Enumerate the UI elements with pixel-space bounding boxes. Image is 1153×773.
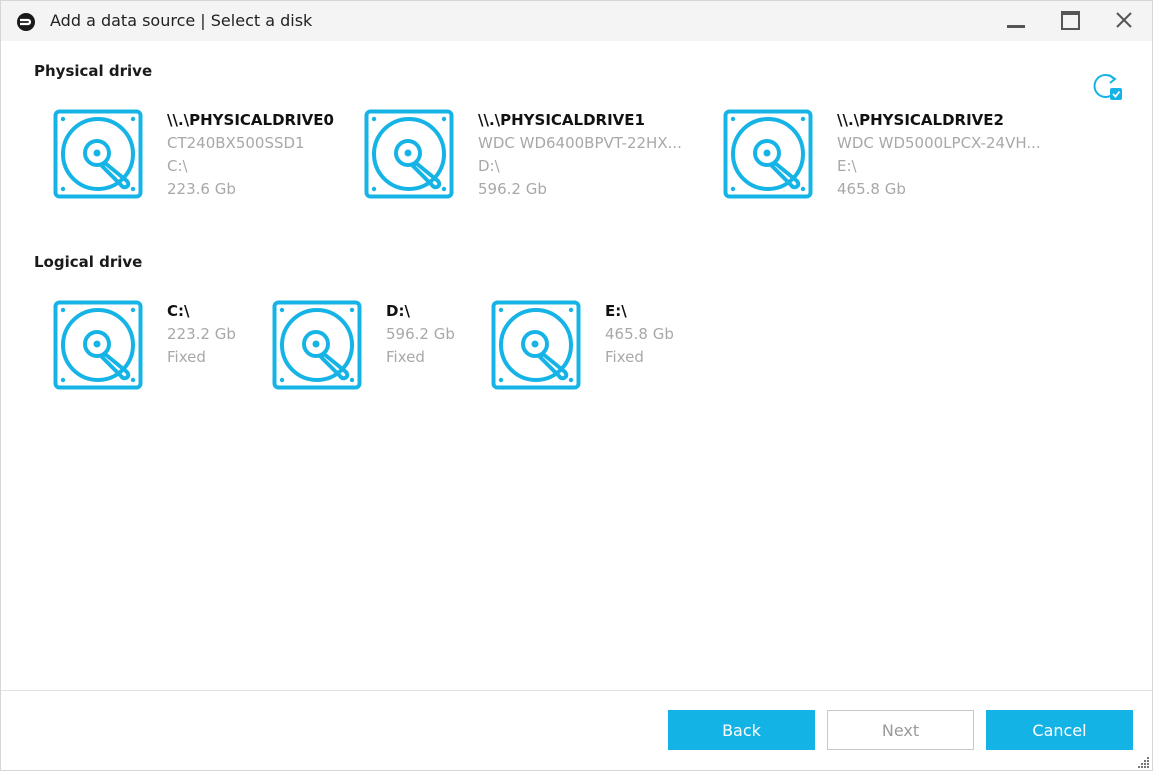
maximize-icon <box>1055 7 1085 35</box>
drive-name: C:\ <box>167 302 190 320</box>
dialog-window: Add a data source | Select a disk Physic… <box>0 0 1153 771</box>
resize-grip-icon[interactable] <box>1137 754 1151 768</box>
drive-letter: E:\ <box>837 157 857 175</box>
title-bar: Add a data source | Select a disk <box>1 1 1152 41</box>
drive-type: Fixed <box>386 348 425 366</box>
footer-divider <box>1 690 1152 691</box>
drive-name: D:\ <box>386 302 410 320</box>
app-logo-icon <box>16 12 36 32</box>
drive-name: \\.\PHYSICALDRIVE1 <box>478 111 645 129</box>
drive-size: 596.2 Gb <box>478 180 547 198</box>
hard-drive-icon <box>723 109 813 199</box>
drive-size: 223.6 Gb <box>167 180 236 198</box>
drive-model: WDC WD6400BPVT-22HX... <box>478 134 682 152</box>
drive-name: \\.\PHYSICALDRIVE2 <box>837 111 1004 129</box>
refresh-icon <box>1090 74 1124 107</box>
drive-name: E:\ <box>605 302 627 320</box>
close-button[interactable] <box>1109 7 1139 35</box>
physical-drive-1[interactable]: \\.\PHYSICALDRIVE1 WDC WD6400BPVT-22HX..… <box>364 109 694 201</box>
drive-letter: C:\ <box>167 157 188 175</box>
minimize-button[interactable] <box>1001 7 1031 35</box>
physical-drive-0[interactable]: \\.\PHYSICALDRIVE0 CT240BX500SSD1 C:\ 22… <box>53 109 353 201</box>
logical-drive-d[interactable]: D:\ 596.2 Gb Fixed <box>272 300 472 392</box>
hard-drive-icon <box>53 109 143 199</box>
drive-type: Fixed <box>605 348 644 366</box>
drive-size: 223.2 Gb <box>167 325 236 343</box>
window-title: Add a data source | Select a disk <box>50 11 313 30</box>
hard-drive-icon <box>364 109 454 199</box>
close-icon <box>1109 7 1139 35</box>
hard-drive-icon <box>53 300 143 390</box>
refresh-button[interactable] <box>1090 71 1124 103</box>
next-button[interactable]: Next <box>827 710 974 750</box>
drive-type: Fixed <box>167 348 206 366</box>
back-button[interactable]: Back <box>668 710 815 750</box>
physical-drive-2[interactable]: \\.\PHYSICALDRIVE2 WDC WD5000LPCX-24VH..… <box>723 109 1063 201</box>
drive-letter: D:\ <box>478 157 500 175</box>
hard-drive-icon <box>491 300 581 390</box>
drive-model: WDC WD5000LPCX-24VH... <box>837 134 1041 152</box>
drive-model: CT240BX500SSD1 <box>167 134 305 152</box>
maximize-button[interactable] <box>1055 7 1085 35</box>
drive-size: 596.2 Gb <box>386 325 455 343</box>
cancel-button[interactable]: Cancel <box>986 710 1133 750</box>
logical-drive-e[interactable]: E:\ 465.8 Gb Fixed <box>491 300 691 392</box>
logical-drive-heading: Logical drive <box>34 253 143 271</box>
drive-name: \\.\PHYSICALDRIVE0 <box>167 111 334 129</box>
physical-drive-heading: Physical drive <box>34 62 153 80</box>
hard-drive-icon <box>272 300 362 390</box>
drive-size: 465.8 Gb <box>605 325 674 343</box>
drive-size: 465.8 Gb <box>837 180 906 198</box>
logical-drive-c[interactable]: C:\ 223.2 Gb Fixed <box>53 300 253 392</box>
minimize-icon <box>1001 7 1031 35</box>
